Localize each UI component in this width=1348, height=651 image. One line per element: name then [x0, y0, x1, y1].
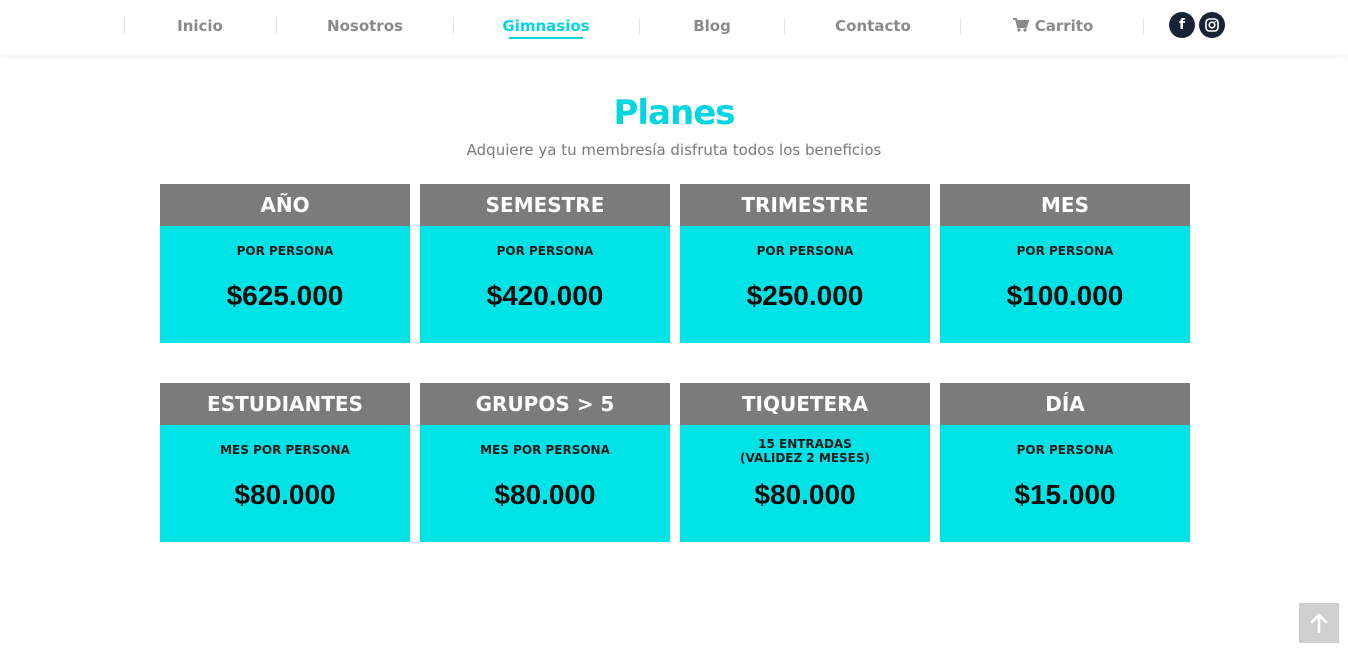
- plan-card-mes[interactable]: MES POR PERSONA $100.000: [940, 184, 1190, 343]
- plan-price: $625.000: [226, 280, 344, 311]
- plan-subtitle: POR PERSONA: [756, 244, 854, 258]
- plan-body: POR PERSONA $625.000: [160, 226, 410, 343]
- plan-price: $420.000: [486, 280, 604, 311]
- plan-subtitle: POR PERSONA: [1016, 244, 1114, 258]
- nav-item-inicio[interactable]: Inicio: [170, 0, 230, 52]
- nav-divider: [960, 18, 961, 34]
- plan-subtitle: POR PERSONA: [496, 244, 594, 258]
- instagram-icon[interactable]: [1199, 12, 1225, 38]
- plan-price: $80.000: [494, 479, 596, 510]
- plan-price: $100.000: [1006, 280, 1124, 311]
- plan-price: $15.000: [1014, 479, 1116, 510]
- arrow-up-icon: [1310, 613, 1328, 633]
- plan-name: MES: [940, 184, 1190, 226]
- plan-name: SEMESTRE: [420, 184, 670, 226]
- plan-card-estudiantes[interactable]: ESTUDIANTES MES POR PERSONA $80.000: [160, 383, 410, 542]
- page-title: Planes: [613, 93, 735, 133]
- back-to-top-button[interactable]: [1299, 603, 1339, 643]
- nav-divider: [124, 18, 125, 34]
- plan-card-trimestre[interactable]: TRIMESTRE POR PERSONA $250.000: [680, 184, 930, 343]
- plan-subtitle: 15 ENTRADAS (VALIDEZ 2 MESES): [680, 437, 930, 465]
- plan-body: 15 ENTRADAS (VALIDEZ 2 MESES) $80.000: [680, 425, 930, 542]
- plan-body: POR PERSONA $420.000: [420, 226, 670, 343]
- plan-price: $80.000: [754, 479, 856, 510]
- cart-icon: [1012, 18, 1029, 32]
- plan-name: AÑO: [160, 184, 410, 226]
- plan-subtitle: POR PERSONA: [1016, 443, 1114, 457]
- plan-subtitle-line-1: 15 ENTRADAS: [758, 437, 852, 451]
- plan-card-semestre[interactable]: SEMESTRE POR PERSONA $420.000: [420, 184, 670, 343]
- plan-price: $250.000: [746, 280, 864, 311]
- nav-item-carrito[interactable]: Carrito: [1008, 0, 1098, 52]
- plan-name: DÍA: [940, 383, 1190, 425]
- nav-item-blog[interactable]: Blog: [686, 0, 738, 52]
- page-subtitle: Adquiere ya tu membresía disfruta todos …: [466, 141, 882, 159]
- nav-item-nosotros[interactable]: Nosotros: [322, 0, 408, 52]
- nav-divider: [453, 18, 454, 34]
- nav-divider: [639, 18, 640, 34]
- plan-card-grupos[interactable]: GRUPOS > 5 MES POR PERSONA $80.000: [420, 383, 670, 542]
- plan-subtitle: MES POR PERSONA: [480, 443, 610, 457]
- plan-subtitle: MES POR PERSONA: [220, 443, 350, 457]
- plan-body: POR PERSONA $100.000: [940, 226, 1190, 343]
- top-navbar: Inicio Nosotros Gimnasios Blog Contacto …: [0, 0, 1348, 55]
- plan-price: $80.000: [234, 479, 336, 510]
- plan-body: POR PERSONA $250.000: [680, 226, 930, 343]
- plan-name: TIQUETERA: [680, 383, 930, 425]
- plan-body: POR PERSONA $15.000: [940, 425, 1190, 542]
- nav-item-gimnasios[interactable]: Gimnasios: [499, 0, 593, 52]
- nav-item-carrito-label: Carrito: [1034, 17, 1094, 35]
- nav-divider: [784, 18, 785, 34]
- plan-name: GRUPOS > 5: [420, 383, 670, 425]
- nav-divider: [276, 18, 277, 34]
- plan-name: ESTUDIANTES: [160, 383, 410, 425]
- plan-body: MES POR PERSONA $80.000: [420, 425, 670, 542]
- nav-divider: [1143, 18, 1144, 34]
- plan-name: TRIMESTRE: [680, 184, 930, 226]
- plan-subtitle: POR PERSONA: [236, 244, 334, 258]
- plan-body: MES POR PERSONA $80.000: [160, 425, 410, 542]
- facebook-icon[interactable]: f: [1169, 12, 1195, 38]
- plan-card-ano[interactable]: AÑO POR PERSONA $625.000: [160, 184, 410, 343]
- plan-card-tiquetera[interactable]: TIQUETERA 15 ENTRADAS (VALIDEZ 2 MESES) …: [680, 383, 930, 542]
- active-nav-underline: [509, 37, 583, 39]
- plan-card-dia[interactable]: DÍA POR PERSONA $15.000: [940, 383, 1190, 542]
- nav-item-contacto[interactable]: Contacto: [832, 0, 914, 52]
- plan-subtitle-line-2: (VALIDEZ 2 MESES): [739, 451, 871, 465]
